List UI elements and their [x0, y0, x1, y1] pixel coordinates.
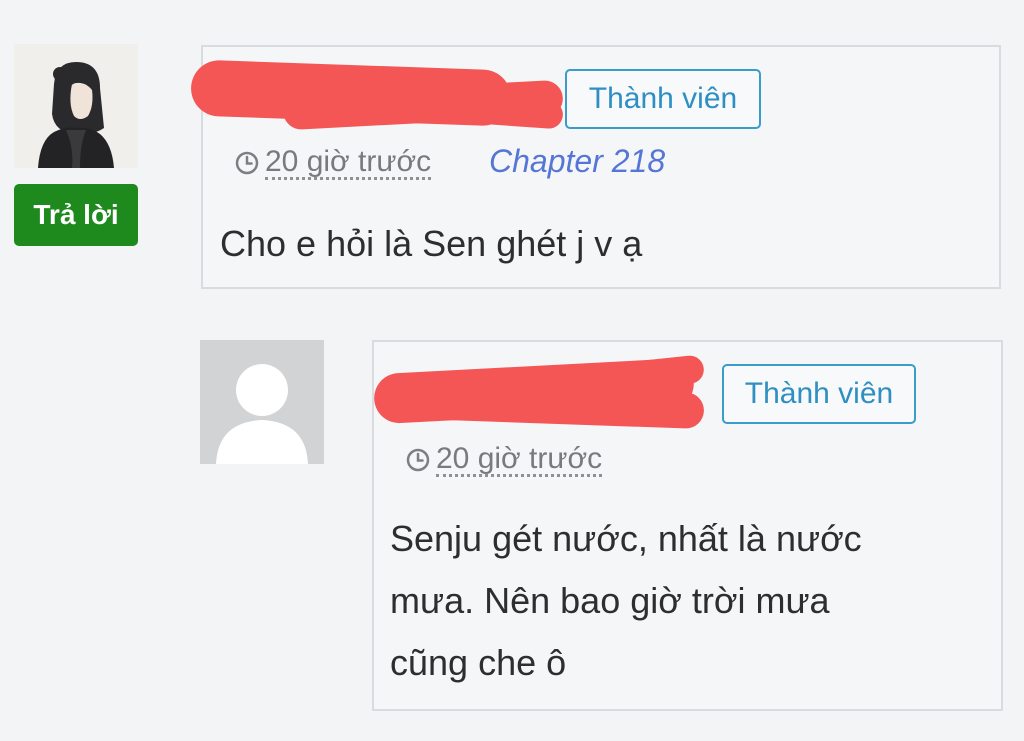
reply-text-line: Senju gét nước, nhất là nước: [390, 518, 862, 559]
timestamp-text[interactable]: 20 giờ trước: [436, 443, 603, 478]
reply-text-line: cũng che ô: [390, 642, 567, 683]
avatar[interactable]: [14, 44, 138, 168]
comment-text: Cho e hỏi là Sen ghét j v ạ: [220, 223, 643, 264]
member-badge: Thành viên: [722, 364, 916, 424]
reply-text-line: mưa. Nên bao giờ trời mưa: [390, 580, 830, 621]
timestamp: 20 giờ trước: [406, 440, 603, 480]
default-avatar-icon: [200, 340, 324, 464]
member-badge: Thành viên: [565, 69, 761, 129]
timestamp-text[interactable]: 20 giờ trước: [265, 146, 432, 181]
reply-button[interactable]: Trả lời: [14, 184, 138, 246]
chapter-link[interactable]: Chapter 218: [489, 143, 665, 180]
clock-icon: [235, 151, 259, 175]
comment-card: Thành viên 20 giờ trước Chapter 218 Cho …: [190, 45, 1001, 289]
avatar[interactable]: [200, 340, 324, 464]
timestamp: 20 giờ trước: [235, 143, 432, 183]
clock-icon: [406, 448, 430, 472]
reply-text: Senju gét nước, nhất là nước mưa. Nên ba…: [390, 508, 862, 694]
user-avatar-illustration: [14, 44, 138, 168]
reply-card: Thành viên 20 giờ trước Senju gét nước, …: [372, 340, 1003, 711]
